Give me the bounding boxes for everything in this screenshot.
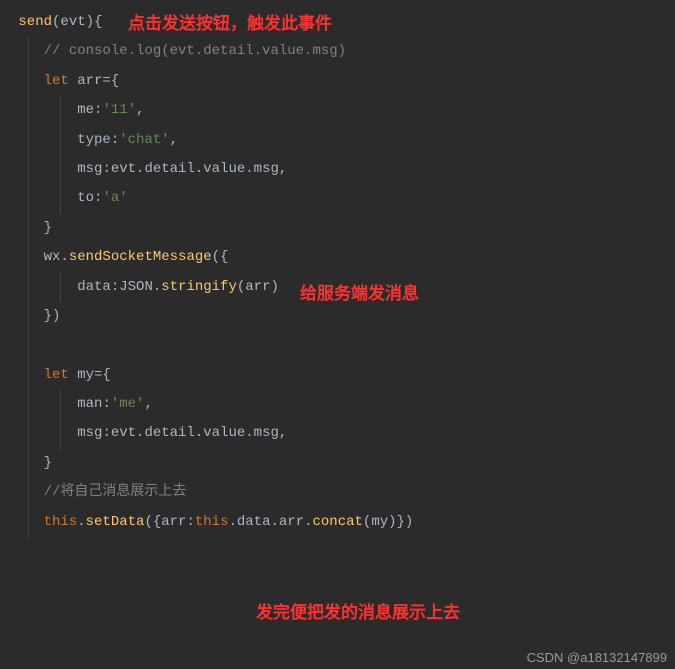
property: to xyxy=(77,190,94,206)
string: '11' xyxy=(102,102,136,118)
watermark: CSDN @a18132147899 xyxy=(527,650,667,665)
code-line: send(evt){ xyxy=(10,8,665,37)
property: msg xyxy=(77,425,102,441)
method: sendSocketMessage xyxy=(69,249,212,265)
this: this xyxy=(44,514,78,530)
brace: } xyxy=(44,220,52,236)
code-line: type:'chat', xyxy=(10,126,665,155)
code-line: wx.sendSocketMessage({ xyxy=(10,243,665,272)
expr: :evt.detail.value.msg, xyxy=(102,425,287,441)
code-line: msg:evt.detail.value.msg, xyxy=(10,419,665,448)
comment: //将自己消息展示上去 xyxy=(44,484,187,500)
brace: } xyxy=(44,455,52,471)
var-decl: arr={ xyxy=(69,73,119,89)
code-line: // console.log(evt.detail.value.msg) xyxy=(10,37,665,66)
code-line: }) xyxy=(10,302,665,331)
method: setData xyxy=(86,514,145,530)
expr: :evt.detail.value.msg, xyxy=(102,161,287,177)
code-line: let my={ xyxy=(10,361,665,390)
keyword: let xyxy=(44,73,69,89)
code-line: let arr={ xyxy=(10,67,665,96)
string: 'a' xyxy=(102,190,127,206)
var-decl: my={ xyxy=(69,367,111,383)
code-editor[interactable]: send(evt){ // console.log(evt.detail.val… xyxy=(0,0,675,545)
code-line: data:JSON.stringify(arr) xyxy=(10,273,665,302)
code-line: me:'11', xyxy=(10,96,665,125)
method: stringify xyxy=(161,279,237,295)
object: wx xyxy=(44,249,61,265)
code-line: man:'me', xyxy=(10,390,665,419)
code-line xyxy=(10,331,665,360)
close: }) xyxy=(44,308,61,324)
string: 'chat' xyxy=(119,132,169,148)
property: data xyxy=(77,279,111,295)
comment: // console.log(evt.detail.value.msg) xyxy=(44,43,346,59)
code-line: //将自己消息展示上去 xyxy=(10,478,665,507)
keyword: let xyxy=(44,367,69,383)
params: (evt){ xyxy=(52,14,102,30)
code-line: to:'a' xyxy=(10,184,665,213)
code-line: this.setData({arr:this.data.arr.concat(m… xyxy=(10,508,665,537)
property: type xyxy=(77,132,111,148)
annotation-3: 发完便把发的消息展示上去 xyxy=(256,598,460,623)
string: 'me' xyxy=(111,396,145,412)
property: msg xyxy=(77,161,102,177)
code-line: msg:evt.detail.value.msg, xyxy=(10,155,665,184)
code-line: } xyxy=(10,214,665,243)
function-name: send xyxy=(18,14,52,30)
property: me xyxy=(77,102,94,118)
property: man xyxy=(77,396,102,412)
code-line: } xyxy=(10,449,665,478)
